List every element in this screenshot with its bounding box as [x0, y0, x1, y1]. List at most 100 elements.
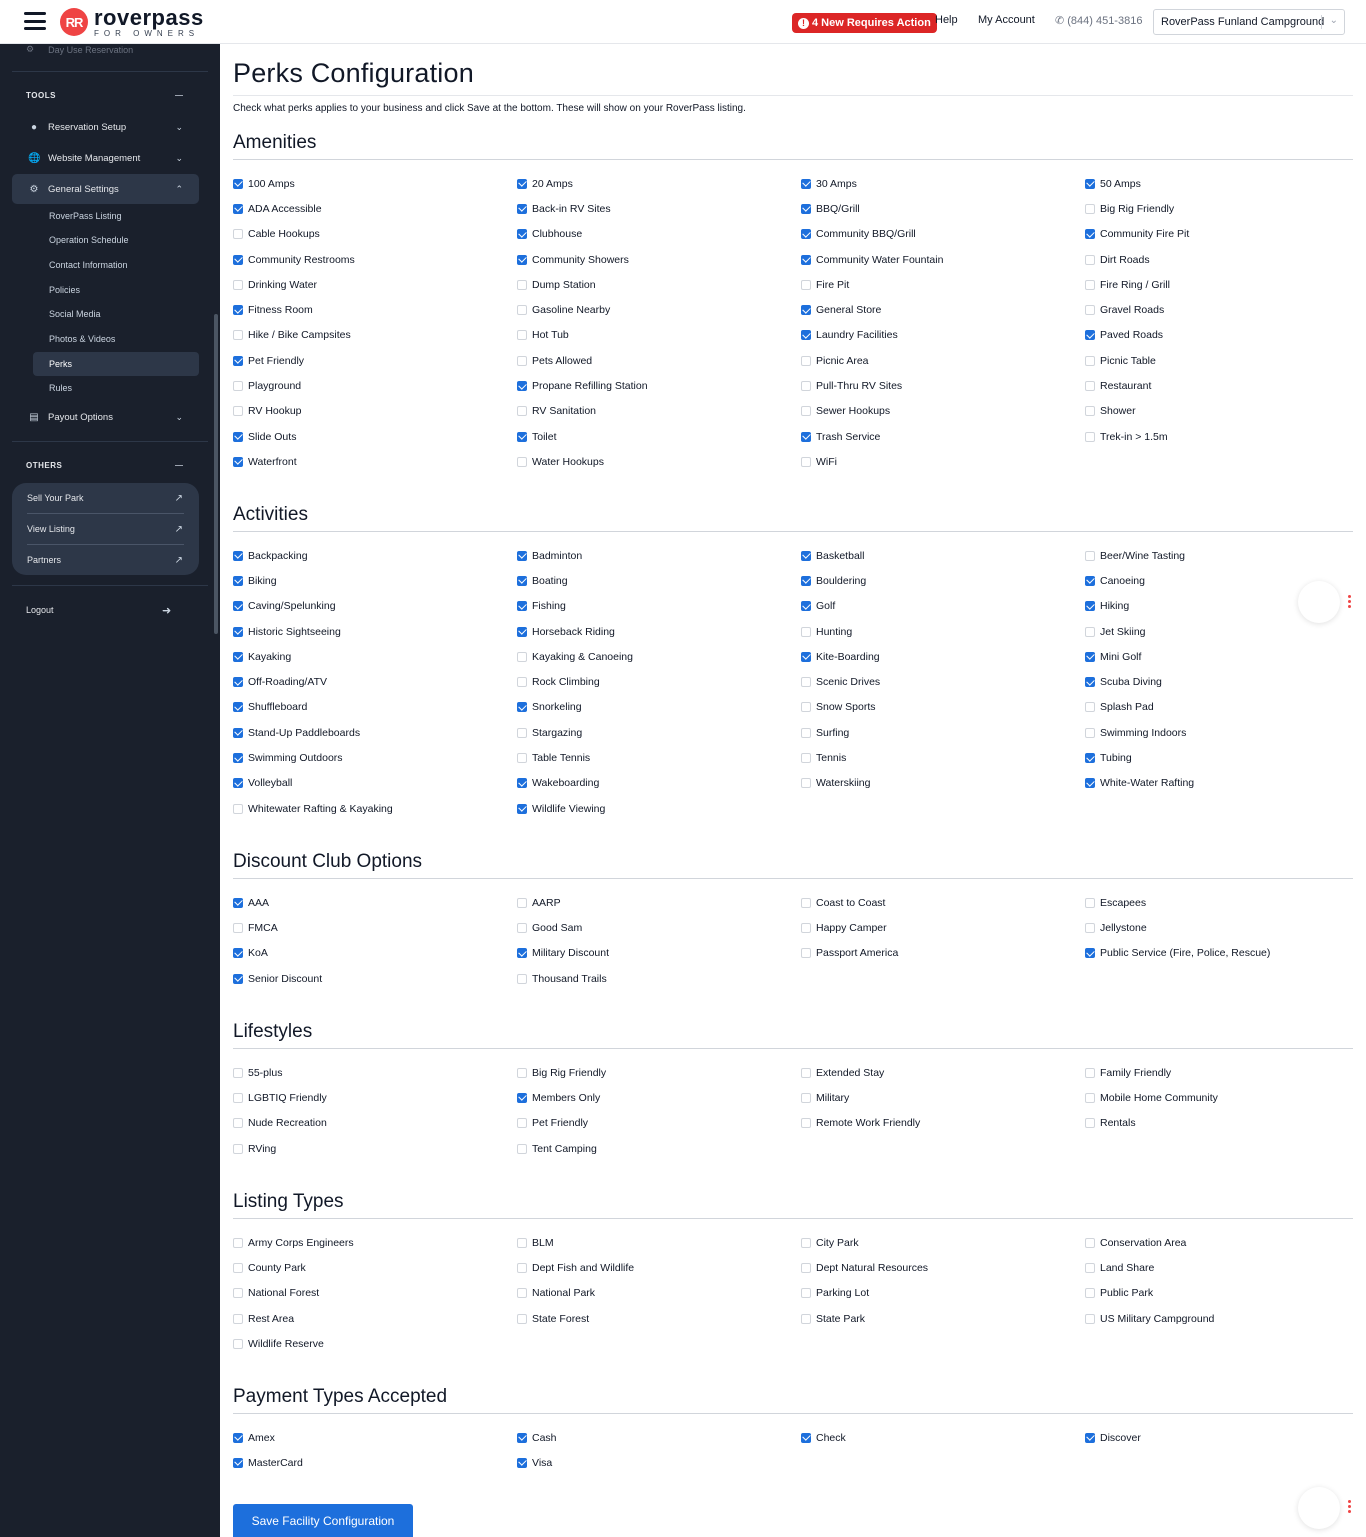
perk-option[interactable]: Amex	[233, 1425, 517, 1450]
perk-option[interactable]: Rock Climbing	[517, 669, 801, 694]
perk-option[interactable]: Tennis	[801, 745, 1085, 770]
perk-option[interactable]: Escapees	[1085, 890, 1353, 915]
perk-option[interactable]: RV Sanitation	[517, 399, 801, 424]
checked-checkbox[interactable]	[1085, 601, 1095, 612]
perk-option[interactable]: National Forest	[233, 1281, 517, 1306]
perk-option[interactable]: Community Showers	[517, 247, 801, 272]
perk-option[interactable]: 100 Amps	[233, 171, 517, 196]
perk-option[interactable]: Pets Allowed	[517, 348, 801, 373]
checked-checkbox[interactable]	[233, 575, 243, 586]
perk-option[interactable]: Toilet	[517, 424, 801, 449]
kebab-menu-icon[interactable]	[1348, 1500, 1352, 1513]
unchecked-checkbox[interactable]	[1085, 381, 1095, 392]
perk-option[interactable]: Kite-Boarding	[801, 644, 1085, 669]
kebab-menu-icon[interactable]	[1348, 595, 1352, 608]
perk-option[interactable]: Picnic Table	[1085, 348, 1353, 373]
unchecked-checkbox[interactable]	[517, 753, 527, 764]
unchecked-checkbox[interactable]	[517, 279, 527, 290]
perk-option[interactable]: Historic Sightseeing	[233, 619, 517, 644]
sidebar-subitem-rules[interactable]: Rules	[33, 376, 199, 400]
unchecked-checkbox[interactable]	[1085, 254, 1095, 265]
perk-option[interactable]: KoA	[233, 941, 517, 966]
perk-option[interactable]: Hot Tub	[517, 323, 801, 348]
unchecked-checkbox[interactable]	[1085, 305, 1095, 316]
perk-option[interactable]: Waterfront	[233, 449, 517, 474]
unchecked-checkbox[interactable]	[801, 456, 811, 467]
perk-option[interactable]: Dept Natural Resources	[801, 1255, 1085, 1280]
unchecked-checkbox[interactable]	[517, 1262, 527, 1273]
checked-checkbox[interactable]	[517, 178, 527, 189]
checked-checkbox[interactable]	[517, 1092, 527, 1103]
checked-checkbox[interactable]	[517, 601, 527, 612]
unchecked-checkbox[interactable]	[801, 778, 811, 789]
perk-option[interactable]: WiFi	[801, 449, 1085, 474]
unchecked-checkbox[interactable]	[801, 1118, 811, 1129]
checked-checkbox[interactable]	[233, 305, 243, 316]
perk-option[interactable]: Community BBQ/Grill	[801, 222, 1085, 247]
perk-option[interactable]: National Park	[517, 1281, 801, 1306]
unchecked-checkbox[interactable]	[801, 1262, 811, 1273]
perk-option[interactable]: LGBTIQ Friendly	[233, 1085, 517, 1110]
perk-option[interactable]: Stargazing	[517, 720, 801, 745]
save-facility-configuration-button[interactable]: Save Facility Configuration	[233, 1504, 413, 1537]
requires-action-badge[interactable]: ! 4 New Requires Action	[792, 13, 937, 33]
perk-option[interactable]: Propane Refilling Station	[517, 373, 801, 398]
perk-option[interactable]: Happy Camper	[801, 915, 1085, 940]
phone-link[interactable]: ✆ (844) 451-3816	[1055, 14, 1142, 28]
checked-checkbox[interactable]	[801, 1432, 811, 1443]
logout-button[interactable]: Logout ➜	[26, 605, 176, 617]
perk-option[interactable]: RV Hookup	[233, 399, 517, 424]
checked-checkbox[interactable]	[801, 601, 811, 612]
sidebar-subitem-perks[interactable]: Perks	[33, 352, 199, 376]
unchecked-checkbox[interactable]	[517, 1288, 527, 1299]
perk-option[interactable]: Off-Roading/ATV	[233, 669, 517, 694]
perk-option[interactable]: Caving/Spelunking	[233, 594, 517, 619]
checked-checkbox[interactable]	[517, 1457, 527, 1468]
unchecked-checkbox[interactable]	[233, 381, 243, 392]
perk-option[interactable]: Thousand Trails	[517, 966, 801, 991]
unchecked-checkbox[interactable]	[233, 803, 243, 814]
checked-checkbox[interactable]	[233, 702, 243, 713]
unchecked-checkbox[interactable]	[801, 626, 811, 637]
checked-checkbox[interactable]	[1085, 677, 1095, 688]
unchecked-checkbox[interactable]	[233, 1237, 243, 1248]
perk-option[interactable]: Sewer Hookups	[801, 399, 1085, 424]
perk-option[interactable]: Kayaking & Canoeing	[517, 644, 801, 669]
perk-option[interactable]: Parking Lot	[801, 1281, 1085, 1306]
unchecked-checkbox[interactable]	[1085, 1067, 1095, 1078]
perk-option[interactable]: Extended Stay	[801, 1060, 1085, 1085]
perk-option[interactable]: Shower	[1085, 399, 1353, 424]
checked-checkbox[interactable]	[1085, 778, 1095, 789]
perk-option[interactable]: Scenic Drives	[801, 669, 1085, 694]
perk-option[interactable]: Basketball	[801, 543, 1085, 568]
floating-action-button[interactable]	[1298, 1487, 1340, 1529]
perk-option[interactable]: Remote Work Friendly	[801, 1111, 1085, 1136]
checked-checkbox[interactable]	[517, 229, 527, 240]
unchecked-checkbox[interactable]	[1085, 1092, 1095, 1103]
unchecked-checkbox[interactable]	[801, 1067, 811, 1078]
perk-option[interactable]: Public Service (Fire, Police, Rescue)	[1085, 941, 1353, 966]
checked-checkbox[interactable]	[517, 803, 527, 814]
perk-option[interactable]: Hunting	[801, 619, 1085, 644]
perk-option[interactable]: Mini Golf	[1085, 644, 1353, 669]
perk-option[interactable]: Members Only	[517, 1085, 801, 1110]
unchecked-checkbox[interactable]	[801, 677, 811, 688]
unchecked-checkbox[interactable]	[1085, 1313, 1095, 1324]
unchecked-checkbox[interactable]	[233, 330, 243, 341]
perk-option[interactable]: Pet Friendly	[233, 348, 517, 373]
perk-option[interactable]: Community Restrooms	[233, 247, 517, 272]
unchecked-checkbox[interactable]	[1085, 702, 1095, 713]
perk-option[interactable]: Military	[801, 1085, 1085, 1110]
perk-option[interactable]: Good Sam	[517, 915, 801, 940]
unchecked-checkbox[interactable]	[517, 355, 527, 366]
unchecked-checkbox[interactable]	[1085, 727, 1095, 738]
perk-option[interactable]: Water Hookups	[517, 449, 801, 474]
perk-option[interactable]: Clubhouse	[517, 222, 801, 247]
sidebar-subitem-roverpass-listing[interactable]: RoverPass Listing	[33, 204, 199, 228]
checked-checkbox[interactable]	[233, 550, 243, 561]
perk-option[interactable]: Golf	[801, 594, 1085, 619]
checked-checkbox[interactable]	[1085, 948, 1095, 959]
checked-checkbox[interactable]	[801, 229, 811, 240]
sidebar-item-day-use-reservation[interactable]: ⚙ Day Use Reservation	[26, 44, 133, 55]
checked-checkbox[interactable]	[233, 203, 243, 214]
